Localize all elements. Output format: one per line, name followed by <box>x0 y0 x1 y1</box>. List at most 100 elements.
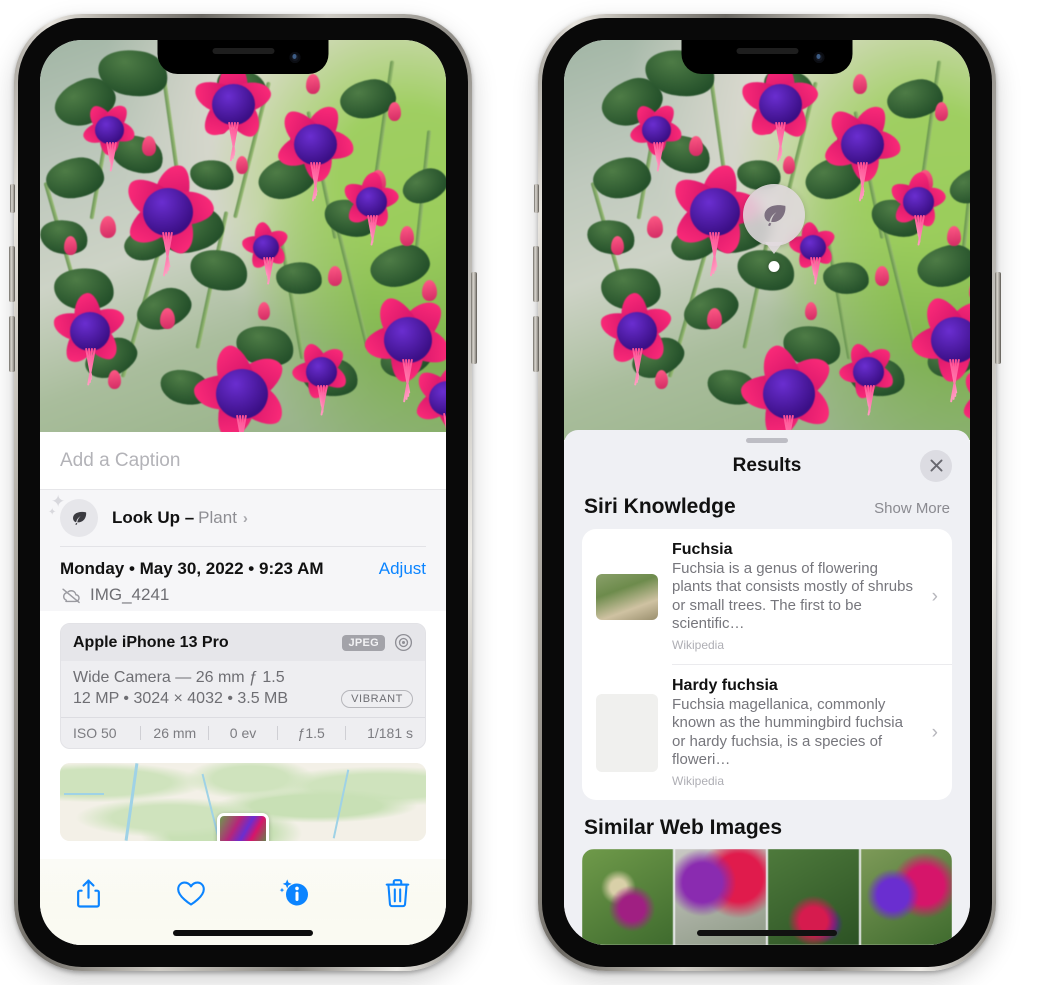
photographic-style-badge: VIBRANT <box>341 690 413 708</box>
caption-input[interactable]: Add a Caption <box>40 432 446 490</box>
look-up-subject: Plant <box>198 508 237 527</box>
look-up-label: Look Up – <box>112 508 195 527</box>
volume-up-button[interactable] <box>9 246 15 302</box>
map-road <box>64 793 104 795</box>
photo-viewer[interactable] <box>40 40 446 440</box>
badge-anchor-dot <box>768 261 780 272</box>
exif-header: Apple iPhone 13 Pro JPEG <box>61 624 425 661</box>
volume-up-button[interactable] <box>533 246 539 302</box>
iphone-left: Add a Caption ✦ ✦ Look Up – Plant › Mond… <box>9 14 477 971</box>
photo-bud <box>689 136 703 156</box>
location-map[interactable] <box>60 763 426 841</box>
notch <box>681 40 853 74</box>
close-button[interactable] <box>920 449 952 482</box>
filename-row: IMG_4241 <box>60 585 426 605</box>
share-button[interactable] <box>68 873 108 913</box>
chevron-right-icon: › <box>931 585 938 607</box>
photo-flower <box>272 100 358 202</box>
home-indicator[interactable] <box>173 930 313 936</box>
photo-bud <box>875 266 889 286</box>
photo-bud <box>947 226 961 246</box>
sparkle-small-icon: ✦ <box>48 507 57 518</box>
photo-flower <box>340 170 402 246</box>
photo-flower <box>80 100 138 172</box>
photo-flower <box>597 290 677 385</box>
photo-pin[interactable] <box>217 813 269 841</box>
photo-bud <box>707 308 722 329</box>
web-image-4[interactable] <box>861 849 952 945</box>
exif-settings-row: ISO 50 26 mm 0 ev ƒ1.5 1/181 s <box>61 717 425 748</box>
photo-bud <box>306 74 320 94</box>
iphone-right: Results Siri Knowledge Show More Fuchsia… <box>533 14 1001 971</box>
adjust-button[interactable]: Adjust <box>379 559 426 579</box>
knowledge-thumbnail <box>596 573 658 620</box>
favorite-button[interactable] <box>171 873 211 913</box>
exif-aperture: ƒ1.5 <box>297 725 325 741</box>
format-badge: JPEG <box>342 634 385 651</box>
exif-shutter-speed: 1/181 s <box>367 725 414 741</box>
earpiece-speaker <box>736 48 798 54</box>
photo-bud <box>388 102 401 121</box>
home-indicator[interactable] <box>697 930 837 936</box>
lens-info: Wide Camera — 26 mm ƒ 1.5 <box>73 669 285 686</box>
photo-bud <box>611 236 624 255</box>
knowledge-title: Fuchsia <box>672 540 733 558</box>
close-icon <box>930 459 942 472</box>
badge-tail <box>765 242 783 254</box>
leaf-icon <box>60 499 98 537</box>
exif-header-badges: JPEG <box>342 633 413 652</box>
look-up-row[interactable]: ✦ ✦ Look Up – Plant › <box>40 490 446 546</box>
photo-bud <box>236 156 248 174</box>
photo-bud <box>100 216 116 238</box>
web-image-1[interactable] <box>582 849 673 945</box>
power-button[interactable] <box>995 272 1001 364</box>
results-sheet: Results Siri Knowledge Show More Fuchsia… <box>564 430 970 945</box>
exif-card[interactable]: Apple iPhone 13 Pro JPEG Wide Camera — 2… <box>60 623 426 749</box>
photo-bud <box>142 136 156 156</box>
knowledge-item[interactable]: Fuchsia Fuchsia is a genus of flowering … <box>582 529 952 664</box>
photo-bud <box>64 236 77 255</box>
photo-bud <box>805 302 817 320</box>
image-specs: 12 MP • 3024 × 4032 • 3.5 MB <box>73 690 289 707</box>
siri-knowledge-header: Siri Knowledge Show More <box>564 489 970 529</box>
photo-bud <box>935 102 948 121</box>
photo-flower <box>240 220 292 285</box>
photo-bud <box>328 266 342 286</box>
knowledge-item[interactable]: Hardy fuchsia Fuchsia magellanica, commo… <box>582 665 952 800</box>
photo-bud <box>783 156 795 174</box>
photo-bud <box>400 226 414 246</box>
photo-flower <box>837 340 899 416</box>
results-title: Results <box>732 454 802 476</box>
info-button[interactable] <box>275 873 315 913</box>
screen-right: Results Siri Knowledge Show More Fuchsia… <box>564 40 970 945</box>
power-button[interactable] <box>471 272 477 364</box>
photo-bud <box>647 216 663 238</box>
mute-switch[interactable] <box>10 184 15 213</box>
capture-date: Monday • May 30, 2022 • 9:23 AM <box>60 559 324 578</box>
screenshot-root: Add a Caption ✦ ✦ Look Up – Plant › Mond… <box>0 0 1055 985</box>
screen-left: Add a Caption ✦ ✦ Look Up – Plant › Mond… <box>40 40 446 945</box>
mute-switch[interactable] <box>534 184 539 213</box>
photo-flower <box>819 100 905 202</box>
volume-down-button[interactable] <box>9 316 15 372</box>
knowledge-source: Wikipedia <box>672 774 725 789</box>
knowledge-body: Fuchsia Fuchsia is a genus of flowering … <box>672 541 914 652</box>
front-camera <box>289 52 301 63</box>
show-more-button[interactable]: Show More <box>874 500 950 517</box>
divider <box>60 546 426 547</box>
pin-thumbnail <box>220 816 266 841</box>
exif-iso: ISO 50 <box>73 725 117 741</box>
volume-down-button[interactable] <box>533 316 539 372</box>
chevron-right-icon: › <box>242 509 248 527</box>
knowledge-title: Hardy fuchsia <box>672 677 778 695</box>
photo-bud <box>258 302 270 320</box>
photo-bud <box>108 370 121 389</box>
delete-button[interactable] <box>378 873 418 913</box>
specs-row: 12 MP • 3024 × 4032 • 3.5 MB VIBRANT <box>73 690 413 708</box>
exif-focal-length: 26 mm <box>153 725 197 741</box>
similar-web-images-title: Similar Web Images <box>584 816 783 840</box>
metadata-block: Monday • May 30, 2022 • 9:23 AM Adjust I… <box>40 546 446 611</box>
look-up-label-group: Look Up – Plant › <box>112 508 248 528</box>
exif-exposure: 0 ev <box>229 725 257 741</box>
visual-lookup-badge[interactable] <box>743 184 805 272</box>
